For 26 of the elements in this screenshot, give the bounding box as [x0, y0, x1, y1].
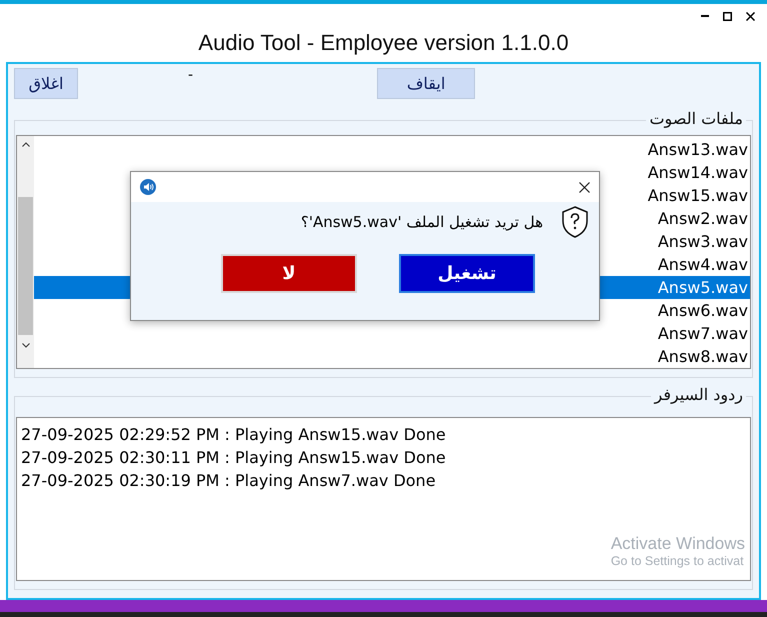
file-list-item[interactable]: Answ13.wav — [34, 138, 750, 161]
log-line: 27-09-2025 02:30:11 PM : Playing Answ15.wav Done — [21, 447, 447, 469]
play-button[interactable]: تشغيل — [399, 254, 535, 293]
maximize-icon[interactable] — [723, 12, 732, 20]
speaker-icon — [140, 179, 156, 195]
log-line: 27-09-2025 02:30:19 PM : Playing Answ7.wav Done — [21, 470, 437, 492]
file-list-item[interactable]: Answ7.wav — [34, 322, 750, 345]
shield-question-icon — [561, 206, 589, 238]
scroll-down-icon[interactable] — [22, 343, 30, 348]
scrollbar[interactable] — [17, 136, 34, 368]
close-icon[interactable] — [579, 182, 590, 192]
close-icon[interactable] — [746, 12, 755, 20]
activation-notice-text: Go to Settings to activat — [610, 554, 745, 568]
group-title: ملفات الصوت — [646, 109, 746, 128]
group-title: ردود السيرفر — [651, 385, 746, 404]
window-title: Audio Tool - Employee version 1.1.0.0 — [197, 30, 570, 56]
log-line: 27-09-2025 02:29:52 PM : Playing Answ15.wav Done — [21, 424, 447, 446]
file-list-item[interactable]: Answ8.wav — [34, 345, 750, 368]
cancel-button[interactable]: لا — [221, 254, 357, 293]
status-label: - — [188, 68, 194, 82]
stop-button[interactable]: ايقاف — [377, 68, 476, 99]
activation-notice-title: Activate Windows — [610, 534, 745, 554]
dialog-message: هل تريد تشغيل الملف 'Answ5.wav'؟ — [300, 213, 543, 231]
scroll-thumb[interactable] — [18, 197, 33, 335]
close-button[interactable]: اغلاق — [14, 68, 78, 99]
scroll-up-icon[interactable] — [22, 142, 30, 147]
